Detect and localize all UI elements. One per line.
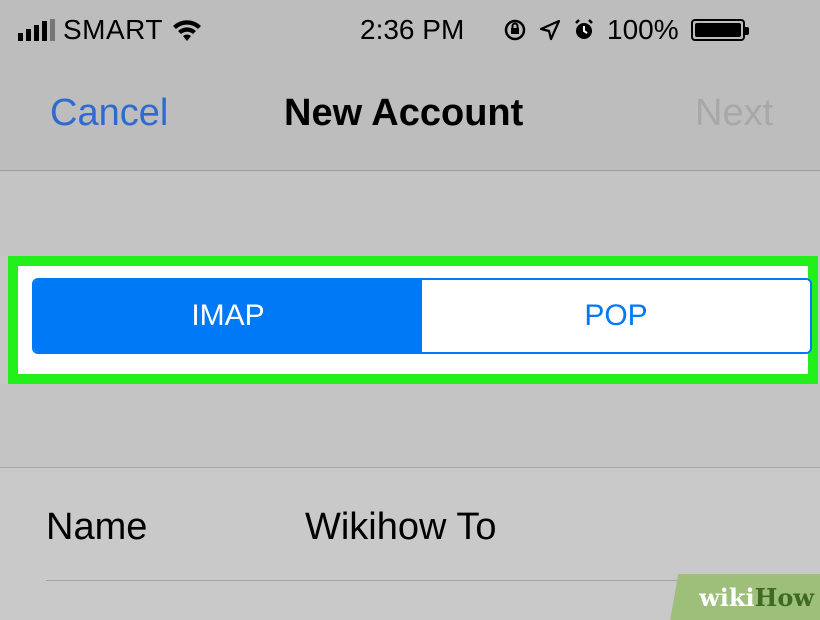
highlight-box: IMAP POP — [8, 256, 818, 384]
battery-percent: 100% — [607, 14, 679, 45]
wikihow-watermark: wiki How — [660, 574, 820, 620]
orientation-lock-icon — [504, 19, 526, 41]
alarm-icon — [575, 19, 593, 39]
page-title: New Account — [284, 92, 524, 134]
watermark-how: How — [754, 582, 814, 612]
status-bar: SMART 2:36 PM 100% — [0, 0, 820, 62]
battery-icon — [690, 19, 749, 41]
section-spacer-bottom — [0, 384, 820, 468]
navigation-bar: Cancel New Account Next — [0, 62, 820, 171]
watermark-wiki: wiki — [699, 582, 755, 612]
segment-imap[interactable]: IMAP — [34, 280, 422, 352]
account-type-segmented-control: IMAP POP — [32, 278, 812, 354]
next-button[interactable]: Next — [695, 92, 773, 135]
location-icon — [539, 19, 561, 41]
status-bar-left: SMART — [18, 14, 203, 46]
status-bar-right: 100% — [503, 14, 749, 46]
section-spacer-top — [0, 171, 820, 256]
name-field[interactable]: Wikihow To — [305, 506, 496, 549]
wifi-icon — [173, 20, 201, 41]
name-label: Name — [46, 506, 148, 548]
segment-pop[interactable]: POP — [422, 280, 810, 352]
carrier-label: SMART — [63, 14, 163, 45]
cancel-button[interactable]: Cancel — [50, 92, 168, 135]
status-time: 2:36 PM — [360, 14, 465, 45]
signal-icon — [18, 19, 55, 41]
